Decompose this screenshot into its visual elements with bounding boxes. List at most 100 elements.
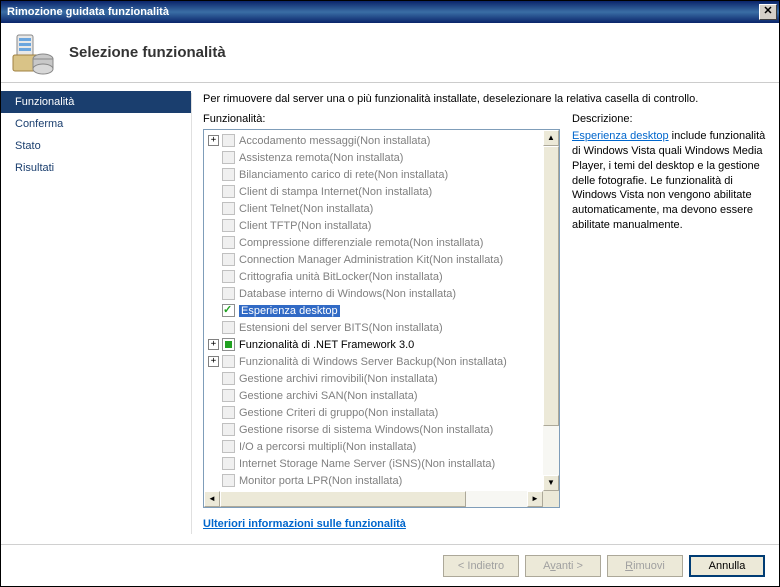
feature-status: (Non installata) <box>364 407 438 419</box>
tree-row[interactable]: I/O a percorsi multipli (Non installata) <box>206 438 541 455</box>
sidebar-item-1[interactable]: Conferma <box>1 113 191 135</box>
separator <box>191 93 192 534</box>
tree-row[interactable]: Assistenza remota (Non installata) <box>206 149 541 166</box>
expand-spacer <box>208 203 219 214</box>
feature-checkbox <box>222 151 235 164</box>
feature-label: Estensioni del server BITS <box>239 322 369 334</box>
feature-status: (Non installata) <box>358 186 432 198</box>
expand-spacer <box>208 169 219 180</box>
expand-spacer <box>208 424 219 435</box>
feature-label: Gestione risorse di sistema Windows <box>239 424 419 436</box>
feature-checkbox <box>222 270 235 283</box>
cancel-button[interactable]: Annulla <box>689 555 765 577</box>
scroll-up-button[interactable]: ▲ <box>543 130 559 146</box>
vertical-scrollbar[interactable]: ▲ ▼ <box>543 130 559 491</box>
expand-spacer <box>208 373 219 384</box>
feature-label: Accodamento messaggi <box>239 135 356 147</box>
scroll-corner <box>543 491 559 507</box>
scroll-right-button[interactable]: ► <box>527 491 543 507</box>
feature-label: I/O a percorsi multipli <box>239 441 342 453</box>
feature-status: (Non installata) <box>429 254 503 266</box>
feature-label: Database interno di Windows <box>239 288 382 300</box>
feature-status: (Non installata) <box>382 288 456 300</box>
more-info-link[interactable]: Ulteriori informazioni sulle funzionalit… <box>203 518 560 530</box>
expand-spacer <box>208 322 219 333</box>
expand-spacer <box>208 254 219 265</box>
tree-row[interactable]: +Funzionalità di .NET Framework 3.0 <box>206 336 541 353</box>
description-body: include funzionalità di Windows Vista qu… <box>572 130 765 231</box>
feature-checkbox <box>222 168 235 181</box>
wizard-window: Rimozione guidata funzionalità ✕ Selezio… <box>0 0 780 587</box>
feature-status: (Non installata) <box>299 203 373 215</box>
tree-row[interactable]: Database interno di Windows (Non install… <box>206 285 541 302</box>
feature-checkbox <box>222 134 235 147</box>
expand-spacer <box>208 237 219 248</box>
tree-row[interactable]: Compressione differenziale remota (Non i… <box>206 234 541 251</box>
tree-row[interactable]: Gestione archivi rimovibili (Non install… <box>206 370 541 387</box>
instruction-text: Per rimuovere dal server una o più funzi… <box>203 93 767 105</box>
remove-button[interactable]: Rimuovi <box>607 555 683 577</box>
expand-spacer <box>208 458 219 469</box>
tree-row[interactable]: Bilanciamento carico di rete (Non instal… <box>206 166 541 183</box>
expand-spacer <box>208 186 219 197</box>
tree-row[interactable]: Monitor porta LPR (Non installata) <box>206 472 541 489</box>
feature-checkbox <box>222 372 235 385</box>
expand-spacer <box>208 407 219 418</box>
tree-row[interactable]: Esperienza desktop <box>206 302 541 319</box>
expand-spacer <box>208 271 219 282</box>
tree-row[interactable]: Client Telnet (Non installata) <box>206 200 541 217</box>
expand-icon[interactable]: + <box>208 135 219 146</box>
expand-icon[interactable]: + <box>208 339 219 350</box>
tree-row[interactable]: Gestione archivi SAN (Non installata) <box>206 387 541 404</box>
expand-spacer <box>208 441 219 452</box>
close-button[interactable]: ✕ <box>759 4 777 20</box>
feature-status: (Non installata) <box>356 135 430 147</box>
features-label: Funzionalità: <box>203 113 560 125</box>
tree-row[interactable]: + Accodamento messaggi (Non installata) <box>206 132 541 149</box>
tree-row[interactable]: Client TFTP (Non installata) <box>206 217 541 234</box>
tree-row[interactable]: Estensioni del server BITS (Non installa… <box>206 319 541 336</box>
tree-row[interactable]: Connection Manager Administration Kit (N… <box>206 251 541 268</box>
expand-spacer <box>208 220 219 231</box>
sidebar-item-0[interactable]: Funzionalità <box>1 91 191 113</box>
next-button[interactable]: Avanti > <box>525 555 601 577</box>
expand-spacer <box>208 390 219 401</box>
body: FunzionalitàConfermaStatoRisultati Per r… <box>1 83 779 544</box>
feature-status: (Non installata) <box>369 271 443 283</box>
feature-status: (Non installata) <box>374 169 448 181</box>
tree-row[interactable]: Client di stampa Internet (Non installat… <box>206 183 541 200</box>
page-title: Selezione funzionalità <box>69 44 226 61</box>
feature-checkbox[interactable] <box>222 304 235 317</box>
feature-status: (Non installata) <box>369 322 443 334</box>
feature-status: (Non installata) <box>328 475 402 487</box>
feature-checkbox <box>222 355 235 368</box>
feature-status: (Non installata) <box>297 220 371 232</box>
expand-icon[interactable]: + <box>208 356 219 367</box>
features-tree[interactable]: + Accodamento messaggi (Non installata) As… <box>203 129 560 508</box>
feature-checkbox[interactable] <box>222 338 235 351</box>
horizontal-scrollbar[interactable]: ◄ ► <box>204 491 543 507</box>
back-button[interactable]: < Indietro <box>443 555 519 577</box>
description-link[interactable]: Esperienza desktop <box>572 130 669 142</box>
feature-status: (Non installata) <box>419 424 493 436</box>
feature-status: (Non installata) <box>344 390 418 402</box>
window-title: Rimozione guidata funzionalità <box>7 6 759 18</box>
tree-row[interactable]: Gestione risorse di sistema Windows (Non… <box>206 421 541 438</box>
feature-checkbox <box>222 457 235 470</box>
tree-row[interactable]: Crittografia unità BitLocker (Non instal… <box>206 268 541 285</box>
sidebar-item-3[interactable]: Risultati <box>1 157 191 179</box>
feature-label: Client TFTP <box>239 220 297 232</box>
expand-spacer <box>208 152 219 163</box>
scroll-down-button[interactable]: ▼ <box>543 475 559 491</box>
tree-row[interactable]: +Funzionalità di Windows Server Backup (… <box>206 353 541 370</box>
feature-checkbox <box>222 219 235 232</box>
feature-label: Gestione archivi rimovibili <box>239 373 364 385</box>
sidebar-item-2[interactable]: Stato <box>1 135 191 157</box>
tree-row[interactable]: Gestione Criteri di gruppo (Non installa… <box>206 404 541 421</box>
scroll-left-button[interactable]: ◄ <box>204 491 220 507</box>
sidebar: FunzionalitàConfermaStatoRisultati <box>1 83 191 544</box>
tree-row[interactable]: Internet Storage Name Server (iSNS) (Non… <box>206 455 541 472</box>
feature-checkbox <box>222 389 235 402</box>
feature-checkbox <box>222 185 235 198</box>
feature-status: (Non installata) <box>364 373 438 385</box>
